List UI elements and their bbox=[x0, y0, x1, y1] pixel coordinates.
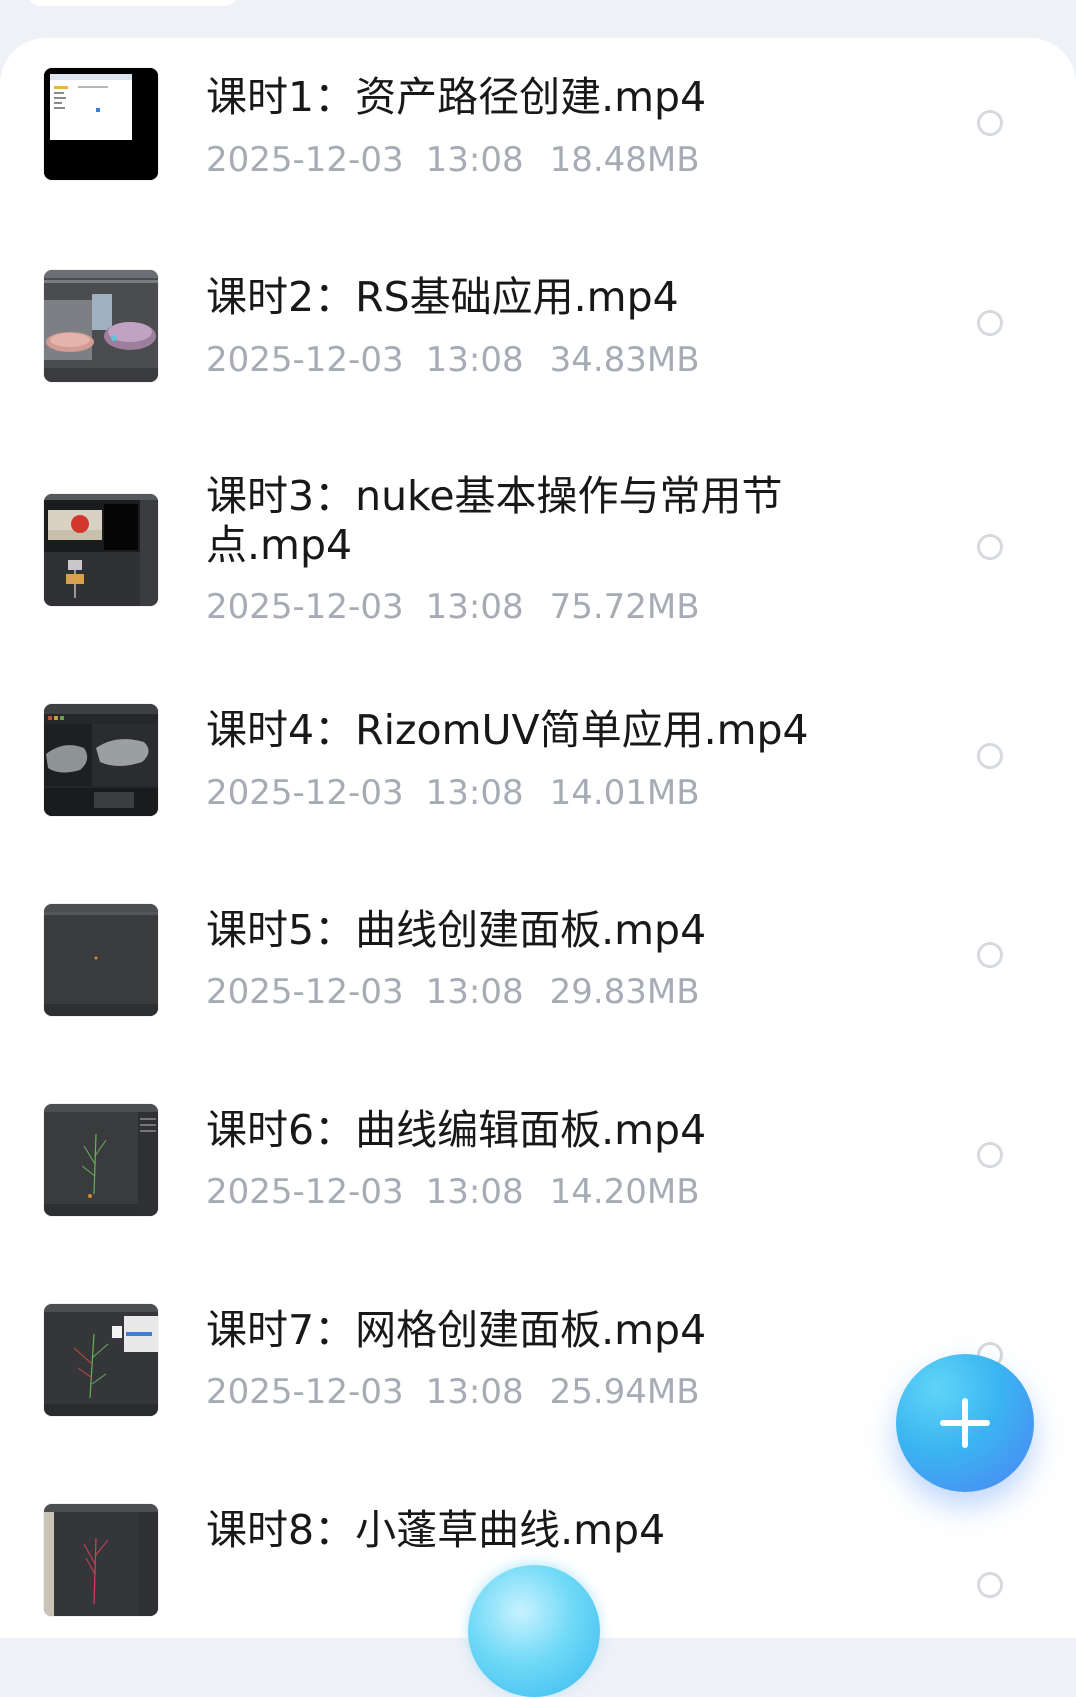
select-radio[interactable] bbox=[977, 743, 1003, 769]
video-thumbnail bbox=[44, 1304, 158, 1416]
file-size: 34.83MB bbox=[549, 340, 700, 380]
file-time: 13:08 bbox=[425, 140, 524, 180]
select-radio[interactable] bbox=[977, 1142, 1003, 1168]
file-name: 课时7：网格创建面板.mp4 bbox=[206, 1306, 707, 1354]
file-name: 课时8：小蓬草曲线.mp4 bbox=[206, 1506, 666, 1554]
video-thumbnail bbox=[44, 904, 158, 1016]
file-meta: 2025-12-03 13:08 18.48MB bbox=[206, 140, 700, 180]
video-thumbnail bbox=[44, 270, 158, 382]
video-thumbnail bbox=[44, 68, 158, 180]
file-size: 14.20MB bbox=[549, 1172, 700, 1212]
file-time: 13:08 bbox=[425, 773, 524, 813]
file-date: 2025-12-03 bbox=[206, 1172, 404, 1212]
file-time: 13:08 bbox=[425, 340, 524, 380]
file-date: 2025-12-03 bbox=[206, 972, 404, 1012]
select-radio[interactable] bbox=[977, 534, 1003, 560]
file-time: 13:08 bbox=[425, 1372, 524, 1412]
file-size: 29.83MB bbox=[549, 972, 700, 1012]
file-size: 18.48MB bbox=[549, 140, 700, 180]
video-thumbnail bbox=[44, 1104, 158, 1216]
file-meta: 2025-12-03 13:08 25.94MB bbox=[206, 1372, 700, 1412]
file-size: 14.01MB bbox=[549, 773, 700, 813]
file-date: 2025-12-03 bbox=[206, 1372, 404, 1412]
file-date: 2025-12-03 bbox=[206, 587, 404, 627]
assistant-bubble[interactable] bbox=[468, 1565, 600, 1697]
select-radio[interactable] bbox=[977, 1572, 1003, 1598]
file-name: 课时1：资产路径创建.mp4 bbox=[206, 73, 707, 121]
video-thumbnail bbox=[44, 1504, 158, 1616]
file-time: 13:08 bbox=[425, 1172, 524, 1212]
file-size: 75.72MB bbox=[549, 587, 700, 627]
file-meta: 2025-12-03 13:08 75.72MB bbox=[206, 587, 700, 627]
file-date: 2025-12-03 bbox=[206, 773, 404, 813]
file-meta: 2025-12-03 13:08 14.20MB bbox=[206, 1172, 700, 1212]
file-meta: 2025-12-03 13:08 14.01MB bbox=[206, 773, 700, 813]
file-list: 课时1：资产路径创建.mp4 2025-12-03 13:08 18.48MB 课时… bbox=[0, 0, 1076, 1616]
select-radio[interactable] bbox=[977, 310, 1003, 336]
select-radio[interactable] bbox=[977, 110, 1003, 136]
file-time: 13:08 bbox=[425, 587, 524, 627]
file-name: 课时4：RizomUV简单应用.mp4 bbox=[206, 706, 809, 754]
file-date: 2025-12-03 bbox=[206, 340, 404, 380]
file-meta: 2025-12-03 13:08 29.83MB bbox=[206, 972, 700, 1012]
file-date: 2025-12-03 bbox=[206, 140, 404, 180]
file-meta: 2025-12-03 13:08 34.83MB bbox=[206, 340, 700, 380]
select-radio[interactable] bbox=[977, 942, 1003, 968]
file-size: 25.94MB bbox=[549, 1372, 700, 1412]
file-time: 13:08 bbox=[425, 972, 524, 1012]
file-name: 课时2：RS基础应用.mp4 bbox=[206, 273, 679, 321]
video-thumbnail bbox=[44, 704, 158, 816]
file-name: 课时6：曲线编辑面板.mp4 bbox=[206, 1106, 707, 1154]
add-button[interactable] bbox=[896, 1354, 1034, 1492]
file-name: 课时3：nuke基本操作与常用节点.mp4 bbox=[206, 472, 783, 569]
video-thumbnail bbox=[44, 494, 158, 606]
file-name: 课时5：曲线创建面板.mp4 bbox=[206, 906, 707, 954]
